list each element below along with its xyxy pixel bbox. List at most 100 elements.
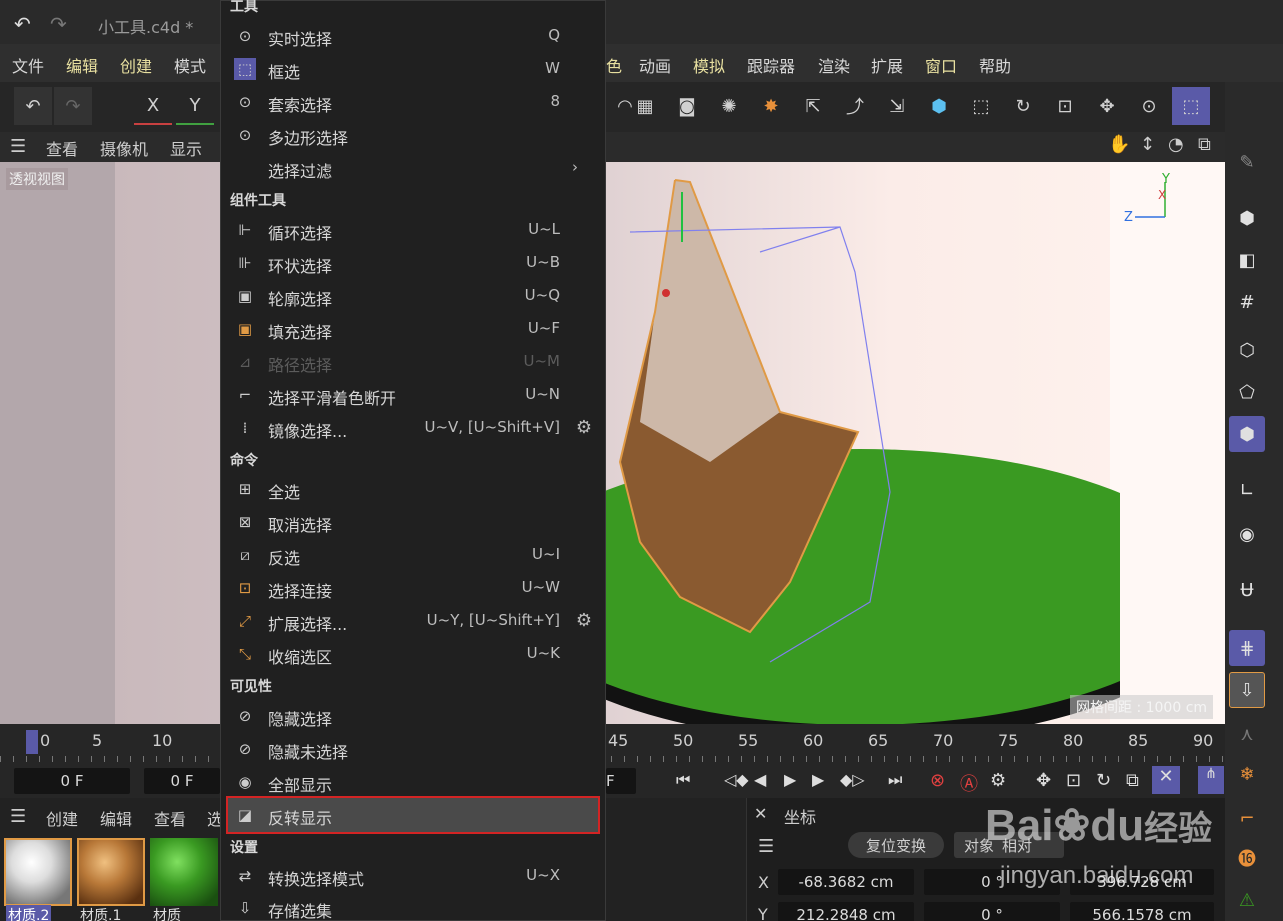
menu-item-hide-unselected[interactable]: ⊘ 隐藏未选择 [228,734,598,764]
live-select-tool-icon[interactable]: ⊙ [1130,87,1168,125]
material-edit-menu[interactable]: 编辑 [100,806,132,830]
next-frame-icon[interactable]: ▶ [812,770,824,789]
move-icon[interactable]: ✥ [1088,87,1126,125]
menu-item-deselect[interactable]: ⊠ 取消选择 [228,507,598,537]
key-position-icon[interactable]: ✥ [1036,770,1051,791]
ik-icon[interactable]: ⋏ [1229,716,1265,752]
polygon-mode-icon[interactable]: ⬢ [1229,416,1265,452]
menu-item-lasso-select[interactable]: ⊙ 套索选择 8 [228,87,598,117]
menu-window[interactable]: 窗口 [925,53,957,77]
menu-animate[interactable]: 动画 [639,53,671,77]
menu-item-phong-break[interactable]: ⌐ 选择平滑着色断开 U~N [228,380,598,410]
menu-item-fill-select[interactable]: ▣ 填充选择 U~F [228,314,598,344]
go-to-end-icon[interactable]: ⏭ [888,770,902,790]
menu-item-ring-select[interactable]: ⊪ 环状选择 U~B [228,248,598,278]
scale-icon[interactable]: ⊡ [1046,87,1084,125]
y-axis-button[interactable]: Y [176,87,214,125]
snap-icon[interactable]: Ʉ [1229,572,1265,608]
material-swatch-green[interactable] [150,838,218,906]
material-name-2[interactable]: 材质.1 [80,905,121,921]
material-name-3[interactable]: 材质 [153,905,181,921]
key-settings-icon[interactable]: ⚙ [990,770,1006,791]
record-icon[interactable]: ⊗ [930,770,945,791]
texture-mode-icon[interactable]: ◧ [1229,242,1265,278]
menu-item-select-connected[interactable]: ⊡ 选择连接 U~W [228,573,598,603]
redo-icon[interactable]: ↷ [50,12,67,36]
camera-icon[interactable]: ◙ [668,87,706,125]
gear-icon[interactable]: ⚙ [576,610,592,631]
camera-menu[interactable]: 摄像机 [100,136,148,160]
menu-edit[interactable]: 编辑 [66,53,98,77]
scale-to-icon[interactable]: ⇲ [878,87,916,125]
menu-item-select-all[interactable]: ⊞ 全选 [228,474,598,504]
key-param-icon[interactable]: ⧉ [1126,770,1139,791]
freeze-icon[interactable]: ❄ [1229,756,1265,792]
deformer-icon[interactable]: ✸ [752,87,790,125]
menu-item-selection-filter[interactable]: 选择过滤 › [228,153,598,183]
menu-extensions[interactable]: 扩展 [871,53,903,77]
reset-transform-button[interactable]: 复位变换 [848,832,944,858]
menu-item-box-select[interactable]: ⬚ 框选 W [228,54,598,84]
axis-mode-icon[interactable]: ∟ [1229,472,1265,508]
y-position-field[interactable]: 212.2848 cm [778,902,914,921]
y-rotation-field[interactable]: 0 ° [924,902,1060,921]
menu-item-invert-visibility[interactable]: ◪ 反转显示 [226,796,600,834]
material-create-menu[interactable]: 创建 [46,806,78,830]
redo-button[interactable]: ↷ [54,87,92,125]
prev-frame-icon[interactable]: ◀ [754,770,766,789]
current-frame-field[interactable]: 0 F [14,768,130,794]
plugin-icon[interactable]: ⓰ [1229,840,1265,876]
display-menu[interactable]: 显示 [170,136,202,160]
edge-mode-icon[interactable]: ⬠ [1229,374,1265,410]
corner-icon[interactable]: ⌐ [1229,800,1265,836]
menu-mode[interactable]: 模式 [174,53,206,77]
solo-icon[interactable]: ◉ [1229,516,1265,552]
box-select-tool-icon[interactable]: ⬚ [962,87,1000,125]
model-mode-icon[interactable]: ⬢ [1229,200,1265,236]
edit-mode-icon[interactable]: ✎ [1229,144,1265,180]
zoom-icon[interactable]: ↕ [1140,134,1155,155]
menu-item-grow-select[interactable]: ⤢ 扩展选择... U~Y, [U~Shift+Y] ⚙ [228,606,598,636]
menu-item-live-select[interactable]: ⊙ 实时选择 Q [228,21,598,51]
maximize-view-icon[interactable]: ⧉ [1198,134,1211,155]
menu-item-loop-select[interactable]: ⊩ 循环选择 U~L [228,215,598,245]
y-size-field[interactable]: 566.1578 cm [1070,902,1214,921]
menu-item-hide-selected[interactable]: ⊘ 隐藏选择 [228,701,598,731]
move-to-icon[interactable]: ⇱ [794,87,832,125]
gear-icon[interactable]: ⚙ [576,417,592,438]
rotate-icon[interactable]: ↻ [1004,87,1042,125]
prev-key-icon[interactable]: ◁◆ [724,770,749,789]
material-swatch-brown[interactable] [77,838,145,906]
key-pla-icon[interactable]: ✕ [1152,766,1180,794]
hamburger-icon[interactable]: ☰ [10,136,26,157]
box-select-active-icon[interactable]: ⬚ [1172,87,1210,125]
tree-icon[interactable]: ⚠ [1229,882,1265,918]
view-menu[interactable]: 查看 [46,136,78,160]
go-to-start-icon[interactable]: ⏮ [676,770,690,790]
autokey-icon[interactable]: Ⓐ [960,770,978,796]
uv-grid-icon[interactable]: # [1229,284,1265,320]
menu-tracker[interactable]: 跟踪器 [747,53,795,77]
rotate-to-icon[interactable]: ⤴ [836,87,874,125]
menu-render[interactable]: 渲染 [818,53,850,77]
key-scale-icon[interactable]: ⊡ [1066,770,1081,791]
close-panel-icon[interactable]: ✕ [754,804,767,823]
x-axis-button[interactable]: X [134,87,172,125]
key-rotation-icon[interactable]: ↻ [1096,770,1111,791]
menu-item-set-selection[interactable]: ⇩ 存储选集 [228,893,598,921]
play-icon[interactable]: ▶ [784,770,796,789]
menu-item-mirror-select[interactable]: ⁞ 镜像选择... U~V, [U~Shift+V] ⚙ [228,413,598,443]
material-swatch-white[interactable] [4,838,72,906]
workplane-icon[interactable]: ⋕ [1229,630,1265,666]
coords-menu-icon[interactable]: ☰ [758,836,774,857]
material-view-menu[interactable]: 查看 [154,806,186,830]
orbit-icon[interactable]: ◔ [1168,134,1184,155]
grid-tool-icon[interactable]: ▦ [626,87,664,125]
menu-item-polygon-select[interactable]: ⊙ 多边形选择 [228,120,598,150]
menu-item-invert-select[interactable]: ⧄ 反选 U~I [228,540,598,570]
menu-create[interactable]: 创建 [120,53,152,77]
menu-help[interactable]: 帮助 [979,53,1011,77]
cube-icon[interactable]: ⬢ [920,87,958,125]
menu-item-shrink-select[interactable]: ⤡ 收缩选区 U~K [228,639,598,669]
menu-item-outline-select[interactable]: ▣ 轮廓选择 U~Q [228,281,598,311]
